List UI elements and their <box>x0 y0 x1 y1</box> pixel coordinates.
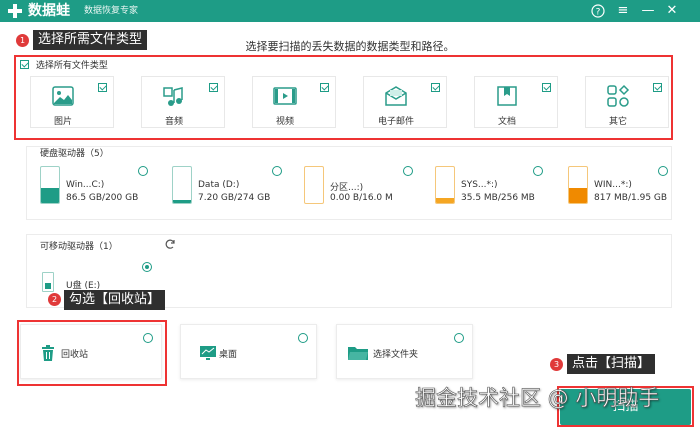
desktop-icon <box>200 346 216 360</box>
folder-icon <box>348 347 368 360</box>
callout-3: 点击【扫描】 <box>567 354 656 374</box>
checkbox-document[interactable] <box>542 83 551 92</box>
drive-c-usage-fill <box>41 187 59 203</box>
filetype-label-document: 文档 <box>497 117 516 127</box>
location-choose-folder[interactable]: 选择文件夹 <box>336 324 473 379</box>
drive-sys-size: 35.5 MB/256 MB <box>461 193 535 203</box>
document-icon <box>497 86 517 106</box>
drive-win-name: WIN...*:) <box>594 180 632 190</box>
app-subtitle: 数据恢复专家 <box>84 6 139 16</box>
filetype-card-image[interactable]: 图片 <box>30 76 114 128</box>
filetype-card-document[interactable]: 文档 <box>474 76 558 128</box>
close-button[interactable]: ✕ <box>663 2 681 20</box>
app-logo-icon <box>8 4 22 18</box>
callout-badge-3: 3 <box>550 358 563 371</box>
svg-text:?: ? <box>596 8 601 18</box>
other-icon <box>607 84 630 107</box>
select-all-label: 选择所有文件类型 <box>35 61 108 71</box>
menu-icon[interactable]: ≡ <box>614 2 632 20</box>
checkbox-email[interactable] <box>431 83 440 92</box>
filetype-label-image: 图片 <box>53 117 72 127</box>
drive-c-name: Win...C:) <box>66 180 105 190</box>
music-icon <box>163 87 183 106</box>
drive-c-size: 86.5 GB/200 GB <box>66 193 139 203</box>
filetype-label-email: 电子邮件 <box>377 117 414 127</box>
checkbox-other[interactable] <box>653 83 662 92</box>
filetype-card-audio[interactable]: 音频 <box>141 76 225 128</box>
filetype-label-video: 视频 <box>275 117 294 127</box>
drive-partition-size: 0.00 B/16.0 M <box>330 193 393 203</box>
refresh-icon[interactable] <box>164 238 176 250</box>
usb-drive-icon-indicator <box>45 283 51 289</box>
location-desktop[interactable]: 桌面 <box>180 324 317 379</box>
drive-sys-radio[interactable] <box>533 166 543 176</box>
checkbox-image[interactable] <box>98 83 107 92</box>
drive-d-name: Data (D:) <box>198 180 240 190</box>
hard-drive-title: 硬盘驱动器（5） <box>40 149 109 159</box>
usb-drive-radio[interactable] <box>142 262 152 272</box>
drive-sys-icon <box>435 166 455 204</box>
highlight-box-recycle-bin <box>17 320 167 386</box>
drive-win-icon <box>568 166 588 204</box>
mail-icon <box>385 86 407 106</box>
usb-drive-icon <box>42 272 54 292</box>
choose-folder-radio[interactable] <box>454 333 464 343</box>
checkbox-audio[interactable] <box>209 83 218 92</box>
drive-win-radio[interactable] <box>658 166 668 176</box>
location-label-desktop: 桌面 <box>219 350 238 360</box>
filetype-card-email[interactable]: 电子邮件 <box>363 76 447 128</box>
drive-win-usage-fill <box>569 187 587 203</box>
filetype-label-other: 其它 <box>608 117 627 127</box>
drive-partition-name: 分区...:) <box>330 183 364 193</box>
drive-d[interactable]: Data (D:) 7.20 GB/274 GB <box>172 166 287 206</box>
callout-2: 勾选【回收站】 <box>64 290 166 310</box>
image-icon <box>52 86 74 106</box>
instruction-text: 选择要扫描的丢失数据的数据类型和路径。 <box>245 40 455 53</box>
help-icon[interactable]: ? <box>589 2 607 20</box>
drive-partition[interactable]: 分区...:) 0.00 B/16.0 M <box>304 166 419 206</box>
callout-badge-2: 2 <box>48 293 61 306</box>
title-bar: 数据蛙 数据恢复专家 ? ≡ — ✕ <box>0 0 700 22</box>
filetype-label-audio: 音频 <box>164 117 183 127</box>
drive-c-icon <box>40 166 60 204</box>
minimize-button[interactable]: — <box>639 2 657 20</box>
drive-d-icon <box>172 166 192 204</box>
filetype-card-video[interactable]: 视频 <box>252 76 336 128</box>
location-label-choose-folder: 选择文件夹 <box>373 350 419 360</box>
desktop-radio[interactable] <box>298 333 308 343</box>
drive-sys-name: SYS...*:) <box>461 180 498 190</box>
drive-d-size: 7.20 GB/274 GB <box>198 193 271 203</box>
app-name: 数据蛙 <box>28 3 70 19</box>
drive-d-usage-fill <box>173 200 191 203</box>
drive-partition-icon <box>304 166 324 204</box>
filetype-card-other[interactable]: 其它 <box>585 76 669 128</box>
select-all-filetypes[interactable]: 选择所有文件类型 <box>20 60 108 72</box>
watermark-text: 掘金技术社区 @ 小明助手 <box>415 386 660 411</box>
drive-partition-radio[interactable] <box>403 166 413 176</box>
select-all-checkbox[interactable] <box>20 60 29 69</box>
removable-drive-title: 可移动驱动器（1） <box>40 242 118 252</box>
drive-c-radio[interactable] <box>138 166 148 176</box>
checkbox-video[interactable] <box>320 83 329 92</box>
video-icon <box>273 87 297 105</box>
drive-sys-usage-fill <box>436 197 454 203</box>
drive-d-radio[interactable] <box>272 166 282 176</box>
drive-win-size: 817 MB/1.95 GB <box>594 193 668 203</box>
